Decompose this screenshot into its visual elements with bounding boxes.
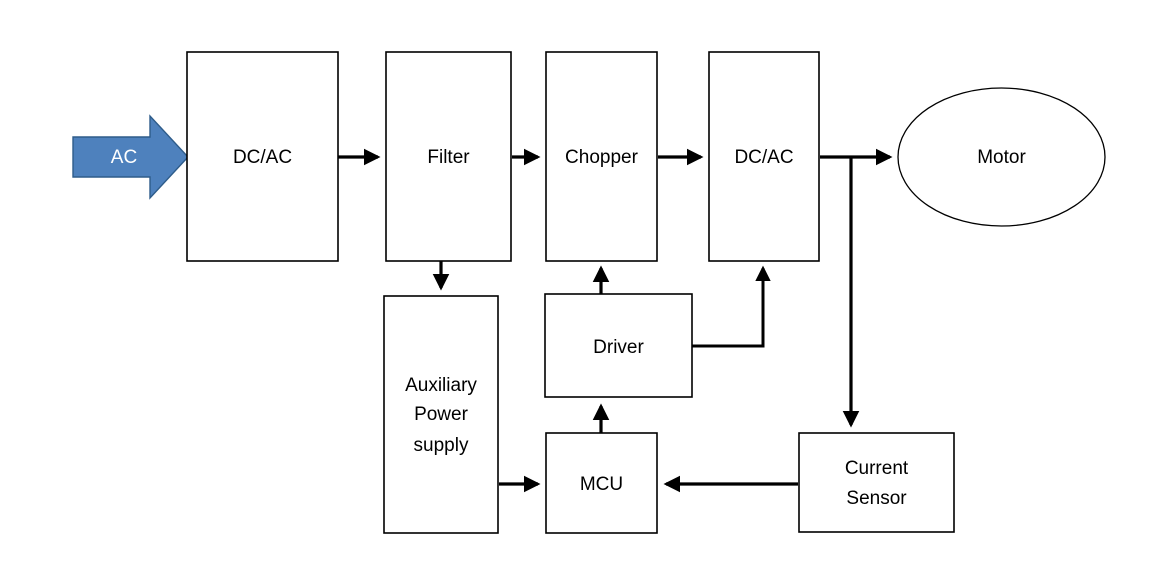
ac-arrow-label: AC — [111, 147, 137, 168]
block-driver[interactable]: Driver — [544, 293, 693, 398]
block-mcu-label: MCU — [580, 474, 623, 495]
block-current-sensor-label-line2: Sensor — [846, 488, 907, 509]
block-current-sensor[interactable]: Current Sensor — [798, 432, 955, 533]
block-filter[interactable]: Filter — [385, 51, 512, 262]
block-diagram-canvas: AC DC/AC Filter Chopper DC/AC Motor Auxi… — [0, 0, 1172, 569]
block-chopper-label: Chopper — [565, 147, 639, 168]
block-dcac2[interactable]: DC/AC — [708, 51, 820, 262]
block-aux-label-line3: supply — [414, 435, 469, 456]
block-aux-label-line1: Auxiliary — [405, 375, 477, 396]
block-chopper[interactable]: Chopper — [545, 51, 658, 262]
block-motor[interactable]: Motor — [897, 87, 1106, 227]
ac-input-arrow: AC — [72, 114, 189, 200]
block-dcac1[interactable]: DC/AC — [186, 51, 339, 262]
diagram-svg: AC DC/AC Filter Chopper DC/AC Motor Auxi… — [72, 51, 1106, 534]
block-filter-label: Filter — [427, 147, 470, 168]
block-mcu[interactable]: MCU — [545, 432, 658, 534]
connector-driver-to-dcac2 — [692, 265, 771, 348]
block-driver-label: Driver — [593, 337, 644, 358]
block-aux-label-line2: Power — [414, 404, 469, 425]
block-current-sensor-rect — [798, 432, 955, 533]
block-dcac1-label: DC/AC — [233, 147, 292, 168]
block-current-sensor-label-line1: Current — [845, 458, 909, 479]
block-motor-label: Motor — [977, 147, 1026, 168]
block-auxiliary-power-supply[interactable]: Auxiliary Power supply — [383, 295, 499, 534]
block-dcac2-label: DC/AC — [734, 147, 793, 168]
